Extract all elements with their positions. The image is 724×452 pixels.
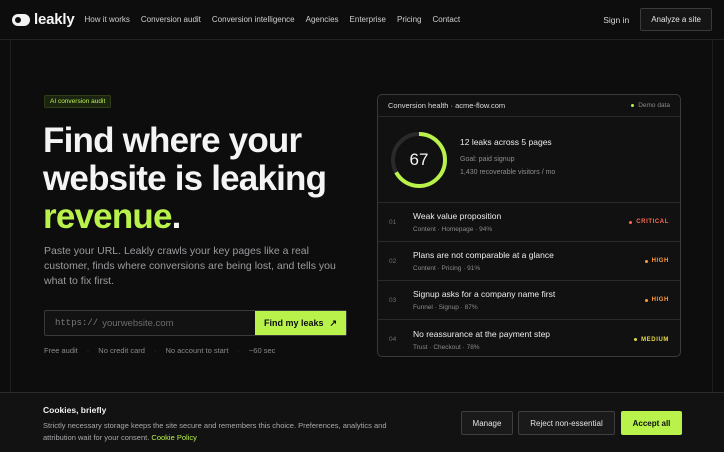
meta-duration: ~60 sec	[248, 346, 276, 355]
leak-item[interactable]: 03 Signup asks for a company name first …	[378, 281, 680, 320]
leak-number: 03	[389, 296, 397, 304]
url-form: https:// Find my leaks ↗	[44, 310, 347, 336]
frame-line-right	[712, 40, 713, 452]
headline-accent: revenue	[43, 197, 172, 236]
leak-meta: Content · Pricing · 91%	[413, 265, 481, 272]
card-title: Conversion health · acme-flow.com	[388, 101, 506, 110]
nav-link-enterprise[interactable]: Enterprise	[350, 15, 386, 24]
demo-data-tag: Demo data	[631, 102, 670, 109]
leak-title: Signup asks for a company name first	[413, 289, 556, 299]
frame-line-left	[10, 40, 11, 452]
recoverable-text: 1,430 recoverable visitors / mo	[460, 169, 556, 176]
score-summary: 12 leaks across 5 pages Goal: paid signu…	[460, 137, 555, 182]
nav-links: How it works Conversion audit Conversion…	[85, 15, 461, 24]
severity-label: CRITICAL	[636, 219, 669, 225]
leak-number: 01	[389, 218, 397, 226]
leak-meta: Content · Homepage · 94%	[413, 226, 493, 233]
severity-dot-icon	[644, 298, 648, 302]
leak-list: 01 Weak value proposition Content · Home…	[378, 203, 680, 356]
nav-link-conversion-intelligence[interactable]: Conversion intelligence	[212, 15, 295, 24]
demo-data-label: Demo data	[638, 102, 670, 109]
url-prefix: https://	[55, 318, 99, 328]
status-dot-icon	[631, 104, 635, 107]
cookie-title: Cookies, briefly	[43, 405, 107, 415]
find-my-leaks-label: Find my leaks	[263, 318, 324, 328]
cookie-body: Strictly necessary storage keeps the sit…	[43, 420, 413, 443]
analyze-site-button[interactable]: Analyze a site ↗	[640, 8, 712, 31]
logo-text: leakly	[34, 11, 75, 28]
manage-cookies-button[interactable]: Manage	[461, 411, 513, 435]
headline-line-2: website is leaking	[43, 159, 327, 198]
analyze-site-label: Analyze a site	[651, 15, 701, 24]
leak-content: Signup asks for a company name first Fun…	[413, 289, 645, 311]
headline-line-3: revenue.	[43, 198, 363, 236]
severity-badge: HIGH	[644, 297, 669, 303]
leak-number: 02	[389, 257, 397, 265]
find-my-leaks-button[interactable]: Find my leaks ↗	[255, 311, 346, 335]
arrow-up-right-icon: ↗	[329, 317, 338, 328]
accept-all-button[interactable]: Accept all	[621, 411, 682, 435]
leak-item[interactable]: 02 Plans are not comparable at a glance …	[378, 242, 680, 281]
nav-right: Sign in Analyze a site ↗	[603, 8, 712, 31]
score-row: 67 12 leaks across 5 pages Goal: paid si…	[378, 117, 680, 203]
severity-label: MEDIUM	[641, 336, 669, 343]
leak-content: No reassurance at the payment step Trust…	[413, 329, 634, 351]
sign-in-link[interactable]: Sign in	[603, 15, 629, 25]
leak-title: Plans are not comparable at a glance	[413, 250, 554, 260]
leak-item[interactable]: 01 Weak value proposition Content · Home…	[378, 203, 680, 242]
meta-separator: ·	[153, 346, 157, 355]
nav-link-agencies[interactable]: Agencies	[306, 15, 339, 24]
leak-number: 04	[389, 336, 397, 343]
meta-free-audit: Free audit	[44, 346, 78, 355]
url-input[interactable]	[98, 311, 255, 335]
severity-dot-icon	[634, 338, 638, 341]
hero-badge: AI conversion audit	[44, 95, 112, 108]
leak-title: No reassurance at the payment step	[413, 328, 551, 339]
logo-icon	[12, 13, 30, 26]
leak-meta: Funnel · Signup · 87%	[413, 304, 478, 311]
nav-link-contact[interactable]: Contact	[432, 15, 460, 24]
hero-meta: Free audit · No credit card · No account…	[44, 346, 275, 355]
cookie-policy-link[interactable]: Cookie Policy	[151, 433, 196, 442]
severity-dot-icon	[644, 259, 648, 263]
headline-period: .	[171, 197, 182, 236]
meta-separator: ·	[86, 346, 90, 355]
leak-summary: 12 leaks across 5 pages	[460, 137, 552, 147]
leak-title: Weak value proposition	[413, 211, 502, 221]
logo[interactable]: leakly	[12, 11, 75, 28]
leak-content: Plans are not comparable at a glance Con…	[413, 250, 645, 272]
meta-no-credit-card: No credit card	[98, 346, 145, 355]
leak-content: Weak value proposition Content · Homepag…	[413, 211, 629, 233]
meta-no-account: No account to start	[165, 346, 229, 355]
hero-headline: Find where your website is leaking reven…	[43, 122, 363, 236]
severity-badge: HIGH	[644, 258, 669, 264]
nav-link-conversion-audit[interactable]: Conversion audit	[141, 15, 201, 24]
severity-label: HIGH	[651, 297, 669, 303]
conversion-health-card: Conversion health · acme-flow.com Demo d…	[377, 94, 681, 357]
cookie-text: Strictly necessary storage keeps the sit…	[43, 421, 387, 442]
severity-badge: CRITICAL	[629, 219, 669, 225]
headline-line-1: Find where your	[43, 121, 302, 160]
top-nav: leakly How it works Conversion audit Con…	[0, 0, 724, 40]
score-value: 67	[409, 149, 429, 169]
meta-separator: ·	[237, 346, 240, 355]
score-ring: 67	[389, 130, 449, 190]
hero-subtitle: Paste your URL. Leakly crawls your key p…	[44, 245, 336, 287]
severity-label: HIGH	[651, 258, 669, 264]
severity-dot-icon	[629, 220, 633, 224]
leak-item[interactable]: 04 No reassurance at the payment step Tr…	[378, 320, 680, 356]
reject-non-essential-button[interactable]: Reject non-essential	[518, 411, 615, 435]
goal-text: Goal: paid signup	[460, 156, 515, 163]
leak-meta: Trust · Checkout · 78%	[413, 343, 480, 351]
card-header: Conversion health · acme-flow.com Demo d…	[378, 95, 680, 117]
severity-badge: MEDIUM	[634, 337, 669, 343]
nav-link-pricing[interactable]: Pricing	[397, 15, 421, 24]
cookie-banner: Cookies, briefly Strictly necessary stor…	[0, 392, 724, 452]
nav-link-how-it-works[interactable]: How it works	[85, 15, 130, 24]
